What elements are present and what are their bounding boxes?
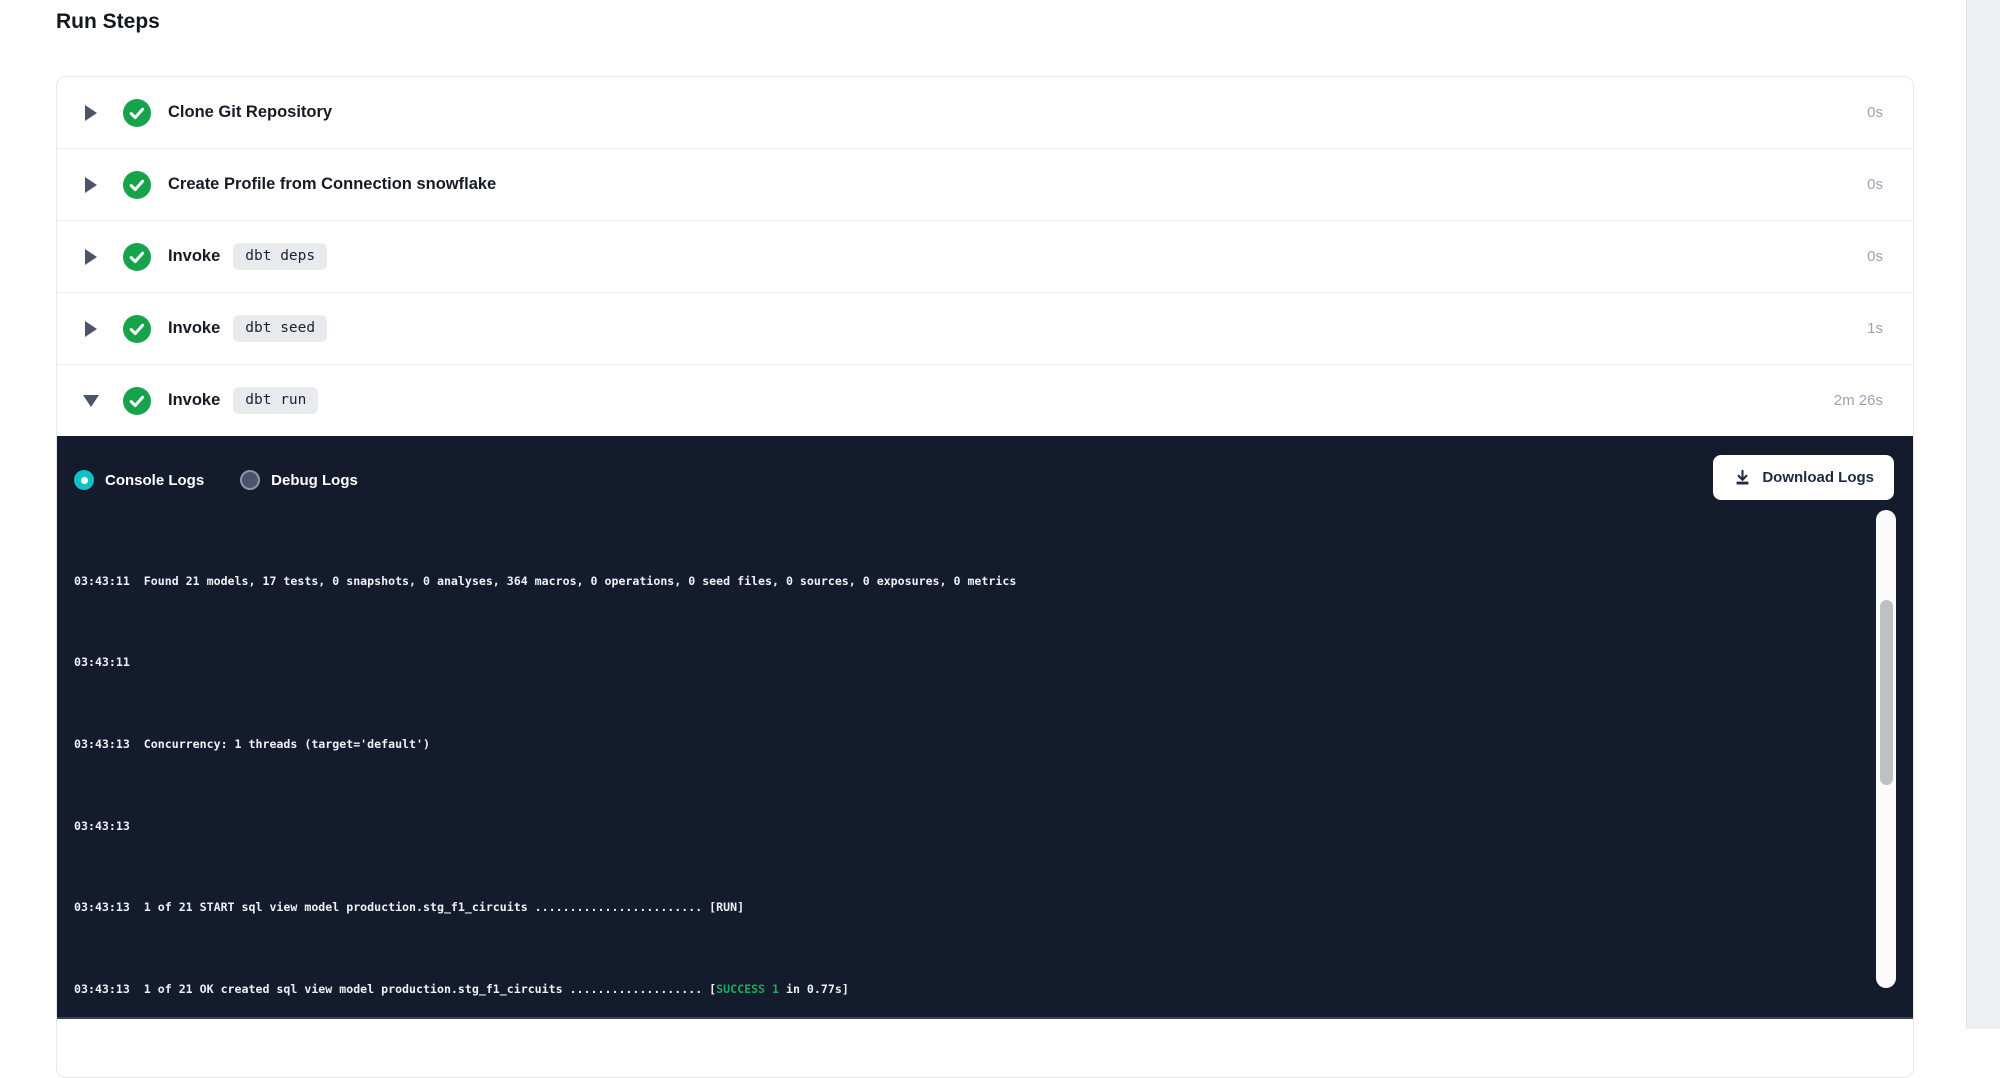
log-text: 03:43:13	[74, 819, 144, 833]
step-duration: 1s	[1867, 320, 1883, 337]
step-command-chip: dbt run	[233, 387, 318, 414]
step-command-chip: dbt seed	[233, 315, 327, 342]
caret-icon[interactable]	[85, 105, 97, 121]
success-check-icon	[123, 171, 151, 199]
success-check-icon	[123, 315, 151, 343]
caret-icon[interactable]	[85, 249, 97, 265]
log-line: 03:43:13 1 of 21 START sql view model pr…	[74, 897, 1913, 917]
caret-box	[83, 177, 99, 193]
console-scrollbar-thumb[interactable]	[1880, 600, 1893, 785]
download-icon	[1733, 468, 1752, 487]
log-lines: 03:43:11 Found 21 models, 17 tests, 0 sn…	[74, 539, 1913, 1008]
step-row[interactable]: Clone Git Repository 0s	[57, 77, 1913, 148]
download-logs-button[interactable]: Download Logs	[1713, 455, 1894, 500]
log-line: 03:43:13 1 of 21 OK created sql view mod…	[74, 979, 1913, 999]
success-check-icon	[123, 387, 151, 415]
caret-icon[interactable]	[83, 395, 99, 407]
log-text: 03:43:11	[74, 655, 144, 669]
caret-icon[interactable]	[85, 321, 97, 337]
step-label: Clone Git Repository	[168, 103, 332, 122]
step-label: Invoke	[168, 247, 220, 266]
caret-box	[83, 105, 99, 121]
steps-list: Clone Git Repository 0s Create Profile f…	[57, 77, 1913, 436]
step-row[interactable]: Create Profile from Connection snowflake…	[57, 148, 1913, 220]
step-label: Invoke	[168, 391, 220, 410]
debug-logs-radio[interactable]: Debug Logs	[240, 470, 358, 490]
log-text: 03:43:11 Found 21 models, 17 tests, 0 sn…	[74, 574, 1016, 588]
log-text: 03:43:13 1 of 21 OK created sql view mod…	[74, 982, 716, 996]
debug-logs-label: Debug Logs	[271, 472, 358, 489]
caret-icon[interactable]	[85, 177, 97, 193]
log-status-rest: in 0.77s]	[779, 982, 849, 996]
radio-selected-icon[interactable]	[74, 470, 94, 490]
log-line: 03:43:11	[74, 652, 1913, 672]
right-gutter	[1966, 0, 2000, 1029]
step-row[interactable]: Invoke dbt run 2m 26s	[57, 364, 1913, 436]
step-label: Invoke	[168, 319, 220, 338]
caret-box	[83, 395, 99, 407]
step-duration: 2m 26s	[1834, 392, 1883, 409]
log-line: 03:43:13	[74, 816, 1913, 836]
log-status-success: SUCCESS 1	[716, 982, 779, 996]
step-command-chip: dbt deps	[233, 243, 327, 270]
run-steps-card: Clone Git Repository 0s Create Profile f…	[56, 76, 1914, 1078]
success-check-icon	[123, 99, 151, 127]
console-logs-radio[interactable]: Console Logs	[74, 470, 204, 490]
step-row[interactable]: Invoke dbt deps 0s	[57, 220, 1913, 292]
page-title: Run Steps	[56, 10, 160, 34]
log-status-rest: RUN]	[716, 900, 744, 914]
step-duration: 0s	[1867, 104, 1883, 121]
log-text: 03:43:13 Concurrency: 1 threads (target=…	[74, 737, 430, 751]
console-logs-label: Console Logs	[105, 472, 204, 489]
download-logs-label: Download Logs	[1762, 469, 1874, 486]
log-area: 03:43:11 Found 21 models, 17 tests, 0 sn…	[57, 498, 1913, 1008]
console-header: Console Logs Debug Logs	[57, 436, 1913, 490]
step-label: Create Profile from Connection snowflake	[168, 175, 496, 194]
log-line: 03:43:13 Concurrency: 1 threads (target=…	[74, 734, 1913, 754]
step-duration: 0s	[1867, 176, 1883, 193]
console-scrollbar[interactable]	[1876, 510, 1896, 988]
caret-box	[83, 249, 99, 265]
caret-box	[83, 321, 99, 337]
radio-unselected-icon[interactable]	[240, 470, 260, 490]
step-row[interactable]: Invoke dbt seed 1s	[57, 292, 1913, 364]
log-text: 03:43:13 1 of 21 START sql view model pr…	[74, 900, 716, 914]
log-line: 03:43:11 Found 21 models, 17 tests, 0 sn…	[74, 571, 1913, 591]
success-check-icon	[123, 243, 151, 271]
step-duration: 0s	[1867, 248, 1883, 265]
console-panel: Console Logs Debug Logs Download Logs 03…	[57, 436, 1913, 1019]
